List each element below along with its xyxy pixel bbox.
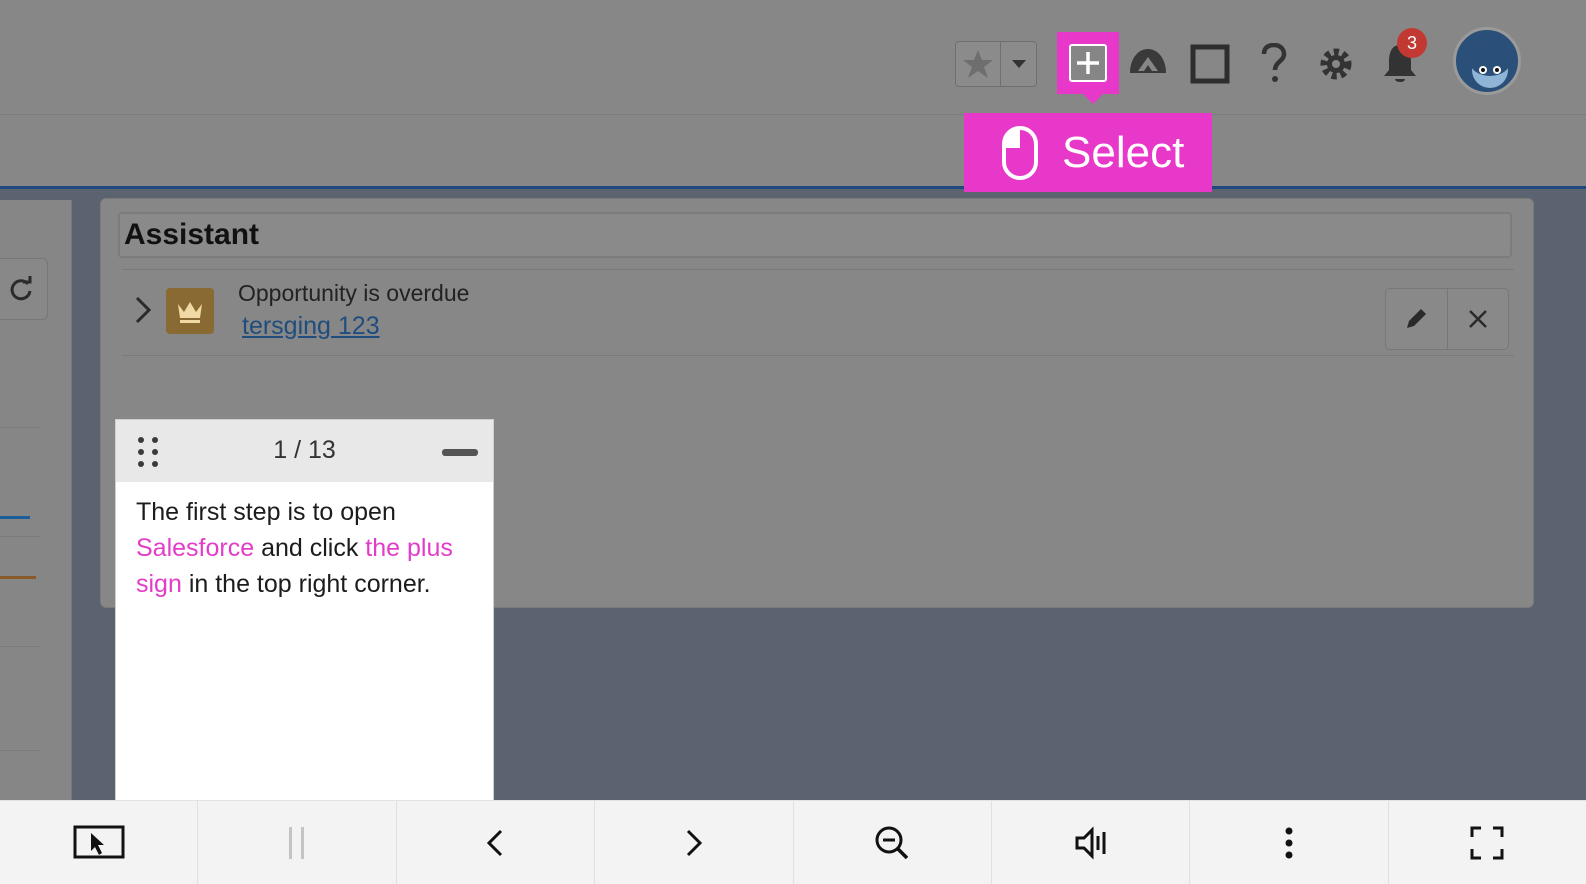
volume-icon <box>1075 825 1106 860</box>
pencil-icon <box>1407 309 1427 328</box>
guide-panel-header: 1 / 13 <box>116 420 493 482</box>
pause-icon <box>289 826 305 859</box>
more-icon <box>1285 827 1293 858</box>
divider <box>0 750 40 751</box>
step-counter: 1 / 13 <box>273 436 336 464</box>
volume-button[interactable] <box>992 801 1191 884</box>
notifications-badge: 3 <box>1397 28 1427 58</box>
opportunity-link[interactable]: tersging 123 <box>242 312 380 341</box>
next-icon <box>686 829 702 856</box>
global-actions-button[interactable] <box>1057 32 1119 104</box>
trailhead-button[interactable] <box>1125 40 1171 86</box>
select-callout: Select <box>964 113 1212 192</box>
guide-highlight-app: Salesforce <box>136 534 255 562</box>
guide-text: in the top right corner. <box>181 570 431 598</box>
assistant-row-actions <box>1385 288 1509 350</box>
setup-assistant-button[interactable] <box>1188 42 1232 86</box>
edit-button[interactable] <box>1386 289 1447 349</box>
refresh-icon <box>10 276 32 301</box>
plus-icon <box>1077 52 1099 74</box>
previous-icon <box>487 829 503 856</box>
player-controls <box>0 800 1586 884</box>
guide-instructions: The first step is to open Salesforce and… <box>116 482 493 614</box>
favorites-group <box>955 41 1037 87</box>
mouse-icon <box>1002 125 1038 180</box>
refresh-button[interactable] <box>0 258 48 320</box>
zoom-out-icon <box>875 826 909 859</box>
chevron-right-icon <box>135 296 152 324</box>
fullscreen-icon <box>1470 826 1504 859</box>
callout-label: Select <box>1062 127 1185 177</box>
divider <box>0 536 40 537</box>
guide-panel: 1 / 13 The first step is to open Salesfo… <box>115 419 494 808</box>
favorites-button[interactable] <box>956 42 1000 86</box>
assistant-header <box>118 212 1512 258</box>
guide-text: and click <box>254 534 366 562</box>
screen-pointer-icon <box>73 825 125 858</box>
star-icon <box>963 50 993 78</box>
square-icon <box>1190 44 1230 84</box>
divider <box>122 355 1514 356</box>
salesforce-nav-bar <box>0 116 1586 186</box>
minimize-button[interactable] <box>442 449 478 456</box>
trailhead-icon <box>1130 49 1166 73</box>
previous-button[interactable] <box>397 801 596 884</box>
guide-text: The first step is to open <box>136 498 396 526</box>
zoom-out-button[interactable] <box>794 801 992 884</box>
next-button[interactable] <box>595 801 794 884</box>
setup-button[interactable] <box>1314 42 1358 86</box>
expand-chevron-button[interactable] <box>128 292 158 328</box>
help-button[interactable] <box>1252 40 1296 88</box>
chart-line-blue <box>0 516 30 519</box>
dismiss-button[interactable] <box>1446 289 1509 349</box>
close-icon <box>1468 310 1487 328</box>
divider <box>0 646 40 647</box>
chevron-down-icon <box>1011 60 1026 68</box>
user-avatar[interactable] <box>1453 27 1521 95</box>
opportunity-title: Opportunity is overdue <box>238 280 470 306</box>
fullscreen-button[interactable] <box>1389 801 1586 884</box>
gear-icon <box>1320 48 1352 80</box>
pause-button[interactable] <box>198 801 397 884</box>
divider <box>122 269 1514 270</box>
salesforce-viewport: Assistant Opportunity is overdue tersgin… <box>0 0 1586 808</box>
favorites-menu-button[interactable] <box>1000 42 1036 86</box>
more-options-button[interactable] <box>1190 801 1389 884</box>
question-icon <box>1261 43 1287 82</box>
assistant-title: Assistant <box>124 218 260 251</box>
screen-pointer-button[interactable] <box>0 801 199 884</box>
opportunity-crown-icon <box>166 288 214 334</box>
chart-line-orange <box>0 576 36 579</box>
divider <box>0 427 40 428</box>
